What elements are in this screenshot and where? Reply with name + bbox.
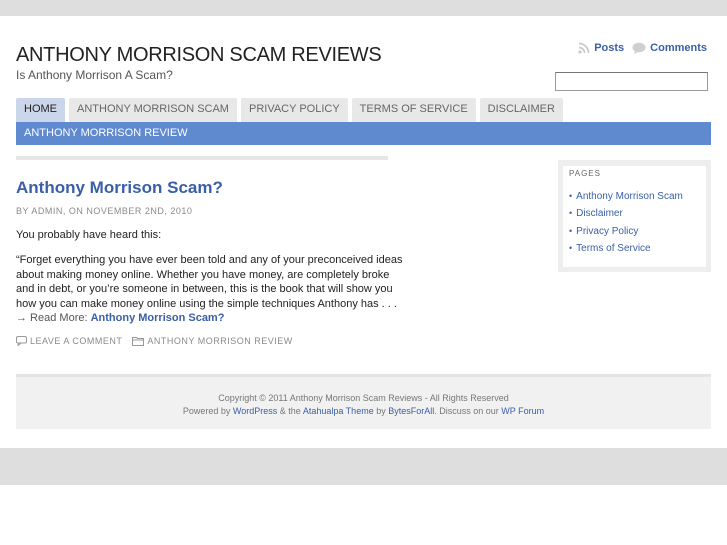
- bullet-icon: •: [569, 242, 573, 253]
- theme-link[interactable]: Atahualpa Theme: [303, 406, 374, 416]
- comment-icon: [16, 336, 27, 346]
- posts-feed-label: Posts: [594, 42, 625, 54]
- wordpress-link[interactable]: WordPress: [233, 406, 277, 416]
- tab-home[interactable]: HOME: [16, 98, 65, 122]
- sidebar-item-label: Anthony Morrison Scam: [576, 191, 683, 202]
- pages-list: • Anthony Morrison Scam • Disclaimer • Priv…: [569, 188, 700, 257]
- bullet-icon: •: [569, 191, 573, 201]
- tab-disclaimer[interactable]: DISCLAIMER: [479, 98, 563, 122]
- comments-feed-link[interactable]: Comments: [632, 42, 707, 54]
- sidebar-item-terms-of-service[interactable]: • Terms of Service: [569, 240, 700, 257]
- rss-icon: [578, 42, 590, 54]
- bottom-bar: [0, 448, 727, 485]
- post-meta: BY ADMIN, ON NOVEMBER 2ND, 2010: [16, 206, 193, 216]
- sidebar-item-privacy-policy[interactable]: • Privacy Policy: [569, 223, 700, 240]
- bullet-icon: •: [569, 208, 573, 219]
- leave-comment-link[interactable]: LEAVE A COMMENT: [16, 336, 122, 346]
- wp-forum-link[interactable]: WP Forum: [501, 406, 544, 416]
- post-excerpt: “Forget everything you have ever been to…: [16, 253, 403, 326]
- tab-anthony-morrison-scam[interactable]: ANTHONY MORRISON SCAM: [69, 98, 237, 122]
- sidebar-pages-widget: PAGES • Anthony Morrison Scam • Disclaimer…: [558, 160, 711, 272]
- read-more-line: → Read More: Anthony Morrison Scam?: [16, 311, 388, 326]
- bytesforall-link[interactable]: BytesForAll: [388, 406, 434, 416]
- powered-by-text: Powered by WordPress & the Atahualpa The…: [16, 406, 711, 416]
- post-footer: LEAVE A COMMENT ANTHONY MORRISON REVIEW: [16, 336, 293, 346]
- powered-text: by: [373, 406, 389, 416]
- feed-links: Posts Comments: [578, 42, 707, 54]
- site-footer: Copyright © 2011 Anthony Morrison Scam R…: [16, 374, 711, 429]
- excerpt-line: about making money online. Whether you h…: [16, 268, 390, 281]
- category-link[interactable]: ANTHONY MORRISON REVIEW: [132, 336, 292, 346]
- widget-title: PAGES: [569, 169, 601, 178]
- folder-icon: [132, 337, 145, 346]
- read-more-prefix: → Read More:: [16, 312, 88, 325]
- search-input[interactable]: [555, 72, 708, 91]
- tab-privacy-policy[interactable]: PRIVACY POLICY: [240, 98, 348, 122]
- site-title[interactable]: ANTHONY MORRISON SCAM REVIEWS: [16, 44, 382, 67]
- category-label: ANTHONY MORRISON REVIEW: [147, 336, 293, 346]
- comments-feed-label: Comments: [650, 42, 707, 54]
- post-title[interactable]: Anthony Morrison Scam?: [16, 178, 223, 198]
- excerpt-line: “Forget everything you have ever been to…: [16, 254, 403, 266]
- top-bar: [0, 0, 727, 16]
- sidebar-item-label: Disclaimer: [576, 208, 623, 220]
- main-nav: HOME ANTHONY MORRISON SCAM PRIVACY POLIC…: [16, 98, 563, 122]
- powered-text: Powered by: [182, 406, 233, 416]
- excerpt-line: and in debt, or you’re someone in betwee…: [16, 283, 393, 296]
- speech-bubble-icon: [632, 42, 646, 54]
- copyright-text: Copyright © 2011 Anthony Morrison Scam R…: [218, 393, 509, 403]
- sidebar-widget-body: PAGES • Anthony Morrison Scam • Disclaimer…: [563, 166, 706, 267]
- tab-terms-of-service[interactable]: TERMS OF SERVICE: [351, 98, 476, 122]
- posts-feed-link[interactable]: Posts: [578, 42, 624, 54]
- sidebar-item-anthony-morrison-scam[interactable]: • Anthony Morrison Scam: [569, 188, 700, 205]
- excerpt-line: how you can make money online using the …: [16, 297, 397, 310]
- sidebar-item-disclaimer[interactable]: • Disclaimer: [569, 205, 700, 222]
- bullet-icon: •: [569, 225, 573, 236]
- powered-text: . Discuss on our: [434, 406, 502, 416]
- post-intro: You probably have heard this:: [16, 229, 162, 241]
- sidebar-item-label: Privacy Policy: [576, 225, 639, 237]
- read-more-link[interactable]: Anthony Morrison Scam?: [91, 312, 225, 324]
- leave-comment-label: LEAVE A COMMENT: [30, 336, 123, 346]
- content-divider: [16, 156, 388, 160]
- powered-text: & the: [277, 406, 303, 416]
- site-tagline: Is Anthony Morrison A Scam?: [16, 68, 173, 82]
- subnav-item-anthony-morrison-review[interactable]: ANTHONY MORRISON REVIEW: [24, 127, 188, 139]
- subnav-bar: ANTHONY MORRISON REVIEW: [16, 122, 711, 145]
- sidebar-item-label: Terms of Service: [576, 242, 651, 254]
